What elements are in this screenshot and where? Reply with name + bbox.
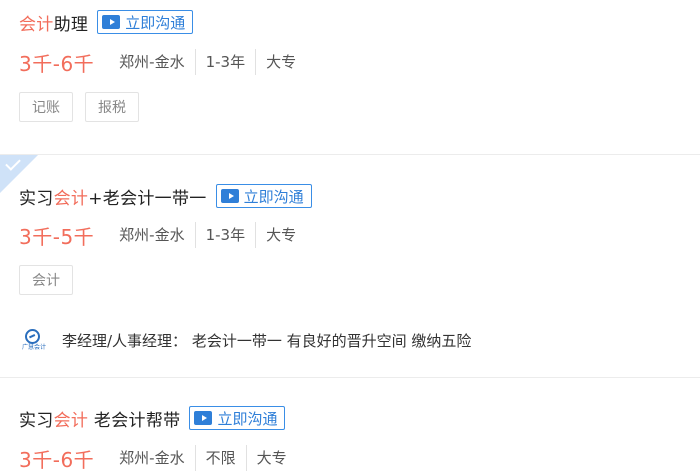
card-divider — [0, 377, 700, 378]
job-title[interactable]: 会计助理 — [19, 10, 88, 35]
title-keyword-highlight: 会计 — [53, 410, 89, 431]
job-title[interactable]: 实习会计+老会计一带一 — [19, 184, 207, 209]
recruiter-note: 李经理/人事经理： 老会计一带一 有良好的晋升空间 缴纳五险 — [62, 331, 472, 350]
video-chat-icon — [102, 15, 121, 29]
job-tag: 会计 — [19, 265, 73, 295]
job-title-row: 会计助理 立即沟通 — [19, 8, 194, 36]
job-experience: 不限 — [194, 445, 246, 471]
chat-now-label: 立即沟通 — [217, 409, 278, 428]
company-logo[interactable]: 广慧会计 — [22, 329, 46, 351]
salary: 3千-6千 — [19, 51, 95, 76]
title-keyword-highlight: 会计 — [19, 14, 54, 35]
title-keyword-highlight: 会计 — [53, 188, 89, 209]
chat-now-label: 立即沟通 — [243, 187, 304, 206]
recruiter-row: 广慧会计 李经理/人事经理： 老会计一带一 有良好的晋升空间 缴纳五险 — [22, 327, 471, 353]
chat-now-label: 立即沟通 — [125, 13, 186, 32]
job-info-row: 3千-5千 郑州-金水 1-3年 大专 — [19, 221, 306, 249]
job-tags: 会计 — [19, 265, 85, 295]
chat-now-button[interactable]: 立即沟通 — [189, 406, 286, 430]
job-experience: 1-3年 — [194, 222, 256, 248]
chat-now-button[interactable]: 立即沟通 — [215, 184, 312, 208]
job-tags: 记账 报税 — [19, 92, 151, 122]
video-chat-icon — [194, 411, 213, 425]
job-location: 郑州-金水 — [119, 53, 185, 71]
job-title-row: 实习会计 老会计帮带 立即沟通 — [19, 404, 286, 432]
job-info-row: 3千-6千 郑州-金水 不限 大专 — [19, 444, 297, 472]
job-location: 郑州-金水 — [119, 226, 185, 244]
job-title-row: 实习会计+老会计一带一 立即沟通 — [19, 182, 312, 210]
salary: 3千-6千 — [19, 447, 95, 472]
job-tag: 记账 — [19, 92, 73, 122]
video-chat-icon — [220, 189, 239, 203]
job-title[interactable]: 实习会计 老会计帮带 — [19, 406, 180, 431]
job-education: 大专 — [245, 445, 297, 471]
job-info-row: 3千-6千 郑州-金水 1-3年 大专 — [19, 48, 306, 76]
chat-now-button[interactable]: 立即沟通 — [97, 10, 194, 34]
card-divider — [0, 154, 700, 155]
job-tag: 报税 — [85, 92, 139, 122]
job-experience: 1-3年 — [194, 49, 256, 75]
job-education: 大专 — [255, 49, 306, 75]
salary: 3千-5千 — [19, 224, 95, 249]
job-location: 郑州-金水 — [119, 449, 185, 467]
job-education: 大专 — [255, 222, 306, 248]
